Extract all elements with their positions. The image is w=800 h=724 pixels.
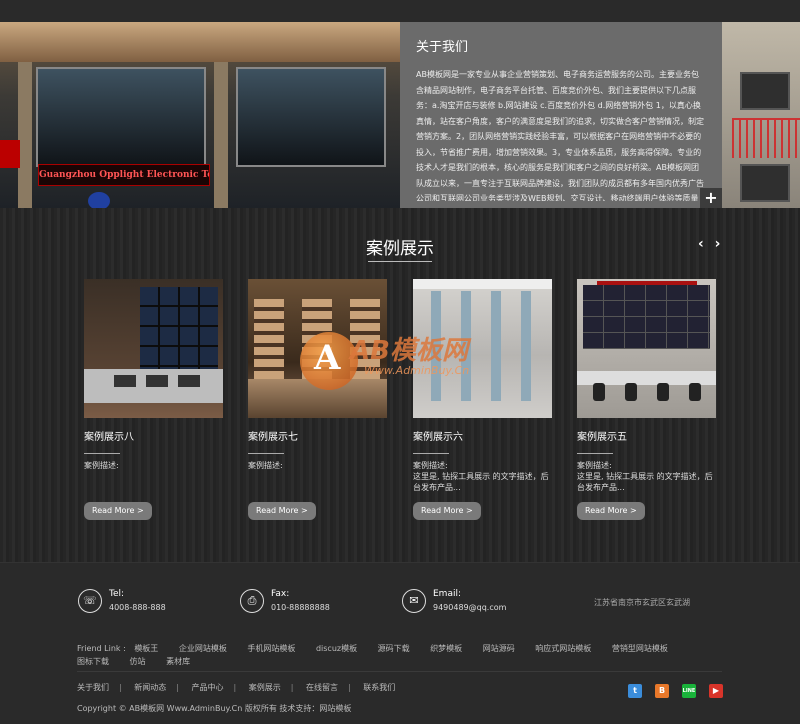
case-thumbnail[interactable] [413, 279, 552, 418]
friend-link[interactable]: 织梦模板 [430, 642, 462, 655]
tel-value: 4008-888-888 [109, 603, 166, 612]
hero-banner: Guangzhou Opplight Electronic Technology… [0, 0, 800, 208]
about-title: 关于我们 [416, 40, 469, 55]
footer-nav-message[interactable]: 在线留言 [306, 683, 338, 692]
friend-link[interactable]: 营销型网站模板 [612, 642, 668, 655]
read-more-button[interactable]: Read More > [84, 502, 152, 520]
fax-icon: ⎙ [240, 589, 264, 613]
friend-link[interactable]: 模板王 [134, 642, 158, 655]
read-more-button[interactable]: Read More > [413, 502, 481, 520]
friend-link[interactable]: 素材库 [166, 655, 190, 668]
fax-label: Fax: [271, 589, 290, 599]
company-sign: Guangzhou Opplight Electronic Technology… [38, 164, 210, 186]
friend-link[interactable]: 源码下载 [378, 642, 410, 655]
footer-nav-news[interactable]: 新闻动态 [134, 683, 166, 692]
blogger-icon[interactable]: B [655, 684, 669, 698]
twitter-icon[interactable]: t [628, 684, 642, 698]
read-more-button[interactable]: Read More > [248, 502, 316, 520]
cases-nav: ‹ › [698, 236, 726, 252]
case-thumbnail[interactable] [577, 279, 716, 418]
cases-section: 案例展示 ‹ › 案例展示八 案例描述: Read More > 案例展示七 案… [0, 208, 800, 562]
case-card[interactable]: 案例展示五 案例描述: 这里是, 钻探工具展示 的文字描述，后台发布产品... … [577, 279, 716, 520]
line-icon[interactable]: LINE [682, 684, 696, 698]
next-arrow-icon[interactable]: › [715, 236, 721, 252]
tel-label: Tel: [109, 589, 125, 599]
friend-links: Friend Link : 模板王 企业网站模板 手机网站模板 discuz模板… [77, 642, 727, 668]
case-name[interactable]: 案例展示五 [577, 428, 716, 443]
email-label: Email: [433, 589, 462, 599]
email-value[interactable]: 9490489@qq.com [433, 603, 506, 612]
friend-link[interactable]: 图标下载 [77, 655, 109, 668]
case-description: 案例描述: [84, 461, 119, 470]
building-side-photo [722, 22, 800, 208]
case-thumbnail[interactable] [84, 279, 223, 418]
about-panel: 关于我们 AB模板网是一家专业从事企业营销策划、电子商务运营服务的公司。主要业务… [400, 22, 722, 208]
read-more-button[interactable]: Read More > [577, 502, 645, 520]
company-building-photo: Guangzhou Opplight Electronic Technology… [0, 22, 400, 208]
footer-divider [77, 671, 722, 672]
friend-link[interactable]: 企业网站模板 [179, 642, 227, 655]
friend-links-title: Friend Link : [77, 644, 126, 653]
prev-arrow-icon[interactable]: ‹ [698, 236, 704, 252]
case-thumbnail[interactable] [248, 279, 387, 418]
about-text: AB模板网是一家专业从事企业营销策划、电子商务运营服务的公司。主要业务包含精品网… [416, 70, 704, 201]
friend-link[interactable]: 响应式网站模板 [535, 642, 591, 655]
footer-nav: 关于我们 | 新闻动态 | 产品中心 | 案例展示 | 在线留言 | 联系我们 [77, 683, 396, 692]
about-more-button[interactable]: + [700, 188, 722, 208]
case-description: 案例描述: 这里是, 钻探工具展示 的文字描述，后台发布产品... [413, 461, 549, 492]
sign-logo [88, 192, 110, 208]
case-card[interactable]: 案例展示七 案例描述: Read More > [248, 279, 387, 520]
case-name[interactable]: 案例展示八 [84, 428, 223, 443]
mail-icon: ✉ [402, 589, 426, 613]
footer-nav-cases[interactable]: 案例展示 [249, 683, 281, 692]
address: 江苏省南京市玄武区玄武湖 [594, 598, 690, 607]
cases-title: 案例展示 [366, 239, 434, 259]
case-card[interactable]: 案例展示六 案例描述: 这里是, 钻探工具展示 的文字描述，后台发布产品... … [413, 279, 552, 520]
friend-link[interactable]: 仿站 [130, 655, 146, 668]
case-description: 案例描述: [248, 461, 283, 470]
footer-nav-products[interactable]: 产品中心 [192, 683, 224, 692]
phone-icon: ☏ [78, 589, 102, 613]
fax-value: 010-88888888 [271, 603, 330, 612]
case-name[interactable]: 案例展示六 [413, 428, 552, 443]
copyright: Copyright © AB模板网 Www.AdminBuy.Cn 版权所有 技… [77, 704, 352, 713]
case-description: 案例描述: 这里是, 钻探工具展示 的文字描述，后台发布产品... [577, 461, 713, 492]
footer: ☏ Tel: 4008-888-888 ⎙ Fax: 010-88888888 … [0, 562, 800, 724]
footer-nav-contact[interactable]: 联系我们 [363, 683, 395, 692]
case-card[interactable]: 案例展示八 案例描述: Read More > [84, 279, 223, 520]
cases-title-underline [368, 261, 432, 262]
footer-nav-about[interactable]: 关于我们 [77, 683, 109, 692]
youtube-icon[interactable]: ▶ [709, 684, 723, 698]
friend-link[interactable]: 手机网站模板 [247, 642, 295, 655]
friend-link[interactable]: discuz模板 [316, 642, 357, 655]
friend-link[interactable]: 网站源码 [483, 642, 515, 655]
case-name[interactable]: 案例展示七 [248, 428, 387, 443]
